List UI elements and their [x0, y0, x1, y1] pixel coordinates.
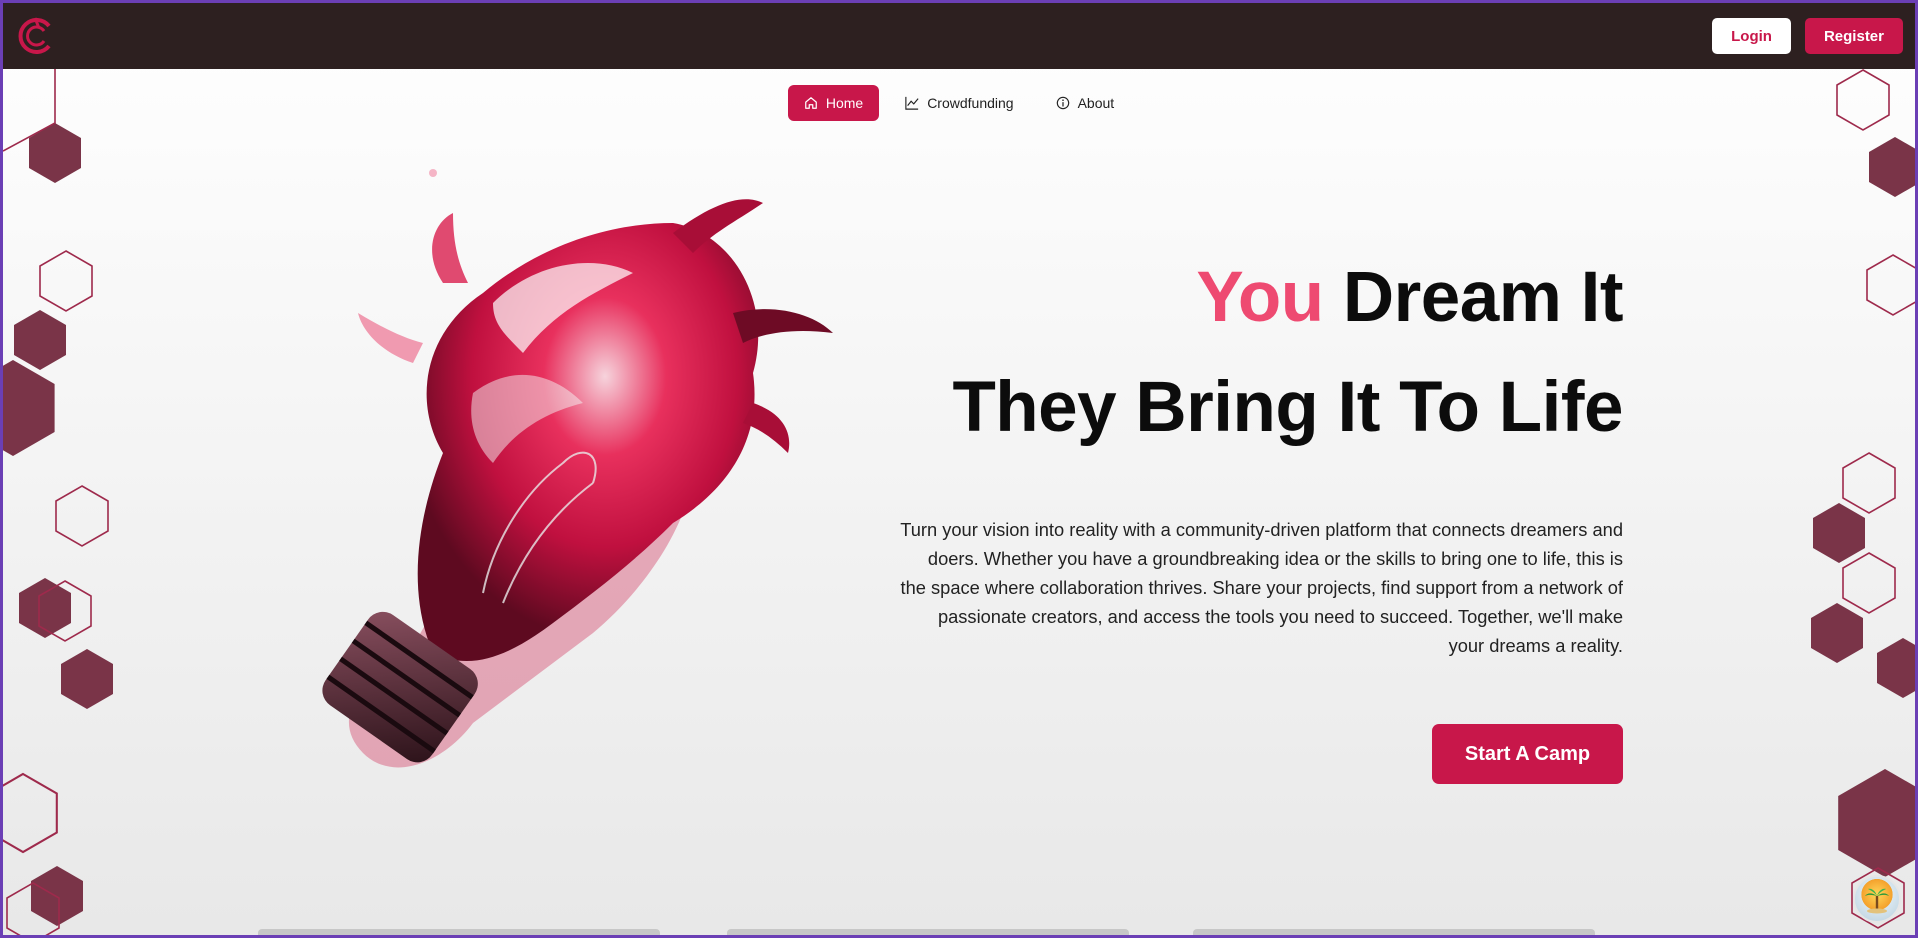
top-navbar: Login Register: [3, 3, 1915, 69]
nav-about[interactable]: About: [1040, 85, 1131, 121]
nav-crowdfunding-label: Crowdfunding: [927, 95, 1014, 111]
hero-title-line2: They Bring It To Life: [952, 368, 1623, 447]
nav-about-label: About: [1077, 95, 1115, 111]
auth-buttons: Login Register: [1712, 18, 1903, 54]
assistant-widget-icon[interactable]: [1853, 875, 1901, 923]
hero-section: You Dream It They Bring It To Life Turn …: [863, 243, 1623, 660]
start-camp-button[interactable]: Start A Camp: [1432, 724, 1623, 784]
lightbulb-splash-illustration: [322, 169, 833, 768]
login-button[interactable]: Login: [1712, 18, 1791, 54]
nav-home-label: Home: [825, 95, 864, 111]
register-button[interactable]: Register: [1804, 18, 1903, 54]
hero-title-rest: Dream It: [1323, 258, 1624, 337]
hero-title-accent: You: [1196, 258, 1324, 337]
card-preview-2: [727, 929, 1129, 935]
nav-crowdfunding[interactable]: Crowdfunding: [889, 85, 1029, 121]
home-icon: [804, 97, 817, 109]
info-circle-icon: [1056, 96, 1069, 110]
browser-viewport: Login Register Home Crowdfunding About Y…: [3, 3, 1915, 935]
card-preview-1: [258, 929, 660, 935]
palm-tree-icon: [1865, 888, 1889, 914]
main-nav: Home Crowdfunding About: [3, 85, 1915, 121]
card-preview-3: [1193, 929, 1595, 935]
hero-title-line1: You Dream It: [863, 243, 1623, 353]
brand-logo-icon[interactable]: [15, 14, 59, 58]
hero-description: Turn your vision into reality with a com…: [900, 519, 1623, 656]
chart-line-icon: [905, 96, 919, 110]
nav-home[interactable]: Home: [787, 85, 880, 121]
